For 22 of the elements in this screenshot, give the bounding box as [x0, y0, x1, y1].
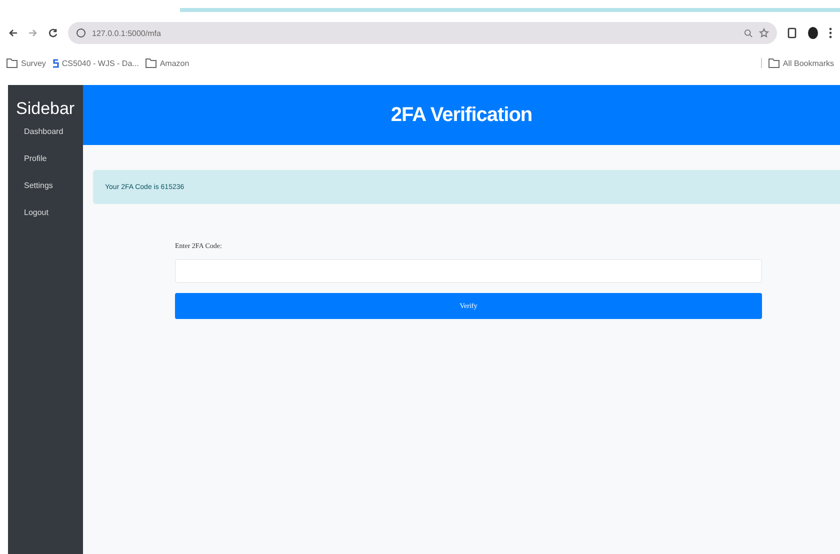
- sidebar-item[interactable]: Settings: [18, 181, 83, 208]
- sidebar-item[interactable]: Logout: [18, 208, 83, 235]
- address-bar[interactable]: 127.0.0.1:5000/mfa: [68, 22, 777, 44]
- zoom-icon[interactable]: [744, 28, 753, 38]
- folder-icon: [6, 58, 18, 68]
- menu-icon[interactable]: [829, 27, 832, 39]
- bookmark[interactable]: CS5040 - WJS - Da...: [52, 58, 139, 68]
- sidebar-item[interactable]: Profile: [18, 154, 83, 181]
- all-bookmarks[interactable]: All Bookmarks: [760, 58, 834, 68]
- page-title: 2FA Verification: [390, 104, 532, 126]
- back-icon[interactable]: [8, 28, 18, 38]
- folder-icon: [768, 58, 780, 68]
- sidebar-title: Sidebar: [16, 99, 76, 119]
- profile-icon[interactable]: [807, 26, 819, 40]
- site-icon: [52, 58, 59, 68]
- bookmark[interactable]: Survey: [6, 58, 46, 68]
- bookmark[interactable]: Amazon: [144, 58, 190, 68]
- site-info-icon: [76, 28, 86, 38]
- folder-icon: [144, 58, 157, 68]
- reload-icon[interactable]: [48, 28, 58, 38]
- star-icon[interactable]: [759, 28, 769, 38]
- sidebar-item[interactable]: Dashboard: [18, 127, 83, 154]
